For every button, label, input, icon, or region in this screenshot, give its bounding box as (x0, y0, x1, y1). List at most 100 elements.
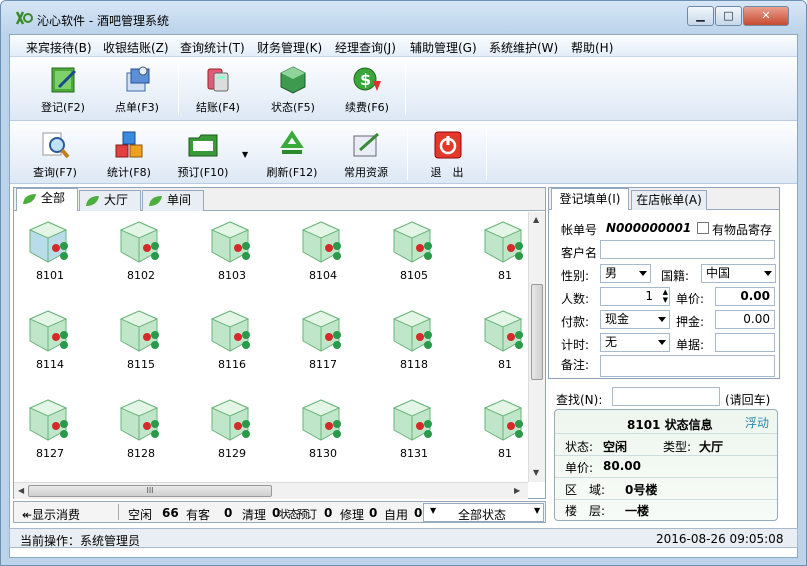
checkout-button[interactable]: 结账(F4) (185, 65, 251, 115)
menu-auxiliary[interactable]: 辅助管理(G) (410, 39, 477, 56)
menu-reception[interactable]: 来宾接待(B) (26, 39, 92, 56)
menu-checkout[interactable]: 收银结账(Z) (103, 39, 169, 56)
scroll-up-icon[interactable]: ▲ (533, 215, 539, 224)
room-tile[interactable]: 8103 (204, 218, 260, 282)
room-tile[interactable]: 8114 (22, 307, 78, 371)
room-tile[interactable]: 8127 (22, 396, 78, 460)
room-tile[interactable]: 8130 (295, 396, 351, 460)
room-tile[interactable]: 8102 (113, 218, 169, 282)
divider (555, 499, 777, 500)
room-price-label: 单价: (565, 461, 594, 475)
scroll-down-icon[interactable]: ▼ (533, 468, 539, 477)
tab-private-label: 单间 (167, 193, 192, 207)
payment-select[interactable]: 现金 (600, 310, 670, 329)
resources-button[interactable]: 常用资源 (333, 130, 399, 180)
reserve-button[interactable]: 预订(F10) (170, 130, 236, 180)
close-button[interactable]: ✕ (743, 6, 789, 26)
divider (555, 433, 777, 434)
room-tile[interactable]: 8104 (295, 218, 351, 282)
tab-hall[interactable]: 大厅 (79, 190, 141, 211)
scroll-right-icon[interactable]: ▶ (514, 486, 520, 495)
room-tile[interactable]: 8101 (22, 218, 78, 282)
register-button[interactable]: 登记(F2) (30, 65, 96, 115)
stepper-arrows-icon[interactable]: ▲ ▼ (663, 288, 668, 304)
search-input[interactable] (612, 387, 720, 406)
room-tile[interactable]: 81 (477, 218, 528, 282)
maximize-button[interactable]: □ (715, 6, 742, 26)
people-value: 1 (645, 289, 653, 303)
order-button[interactable]: 点单(F3) (104, 65, 170, 115)
room-tile[interactable]: 8128 (113, 396, 169, 460)
recycle-refresh-icon (280, 130, 304, 154)
menu-query[interactable]: 查询统计(T) (180, 39, 245, 56)
horizontal-scrollbar[interactable]: ◀ III ▶ (14, 482, 528, 499)
nation-select[interactable]: 中国 (701, 264, 776, 283)
room-info-box: 8101 状态信息 浮动 状态: 空闲 类型: 大厅 单价: 80.00 区 域… (554, 409, 778, 521)
refresh-button[interactable]: 刷新(F12) (259, 130, 325, 180)
tab-inhouse-bills[interactable]: 在店帐单(A) (631, 190, 707, 210)
reserve-dropdown-arrow[interactable]: ▼ (242, 150, 248, 159)
gender-select[interactable]: 男 (600, 264, 651, 283)
customer-name-input[interactable] (600, 240, 775, 259)
customer-label: 客户名 (561, 246, 598, 260)
menu-system[interactable]: 系统维护(W) (489, 39, 558, 56)
svg-text:$: $ (360, 70, 371, 89)
room-tile[interactable]: 8131 (386, 396, 442, 460)
room-floor-value: 一楼 (625, 504, 650, 518)
menu-manager[interactable]: 经理查询(J) (335, 39, 396, 56)
room-tile[interactable]: 8129 (204, 396, 260, 460)
room-cube-icon (301, 310, 341, 352)
vertical-scroll-thumb[interactable] (531, 284, 543, 380)
show-consumption-toggle[interactable]: ↞显示消费 (22, 506, 80, 523)
status-button[interactable]: 状态(F5) (260, 65, 326, 115)
timing-select[interactable]: 无 (600, 333, 670, 352)
reserved-count: 0 (324, 506, 333, 520)
tab-private[interactable]: 单间 (142, 190, 204, 211)
status-datetime: 2016-08-26 09:05:08 (656, 532, 784, 546)
room-info-title: 8101 状态信息 (627, 418, 713, 432)
deposit-items-checkbox[interactable] (697, 222, 709, 234)
tab-all[interactable]: 全部 (16, 188, 78, 211)
float-toggle[interactable]: 浮动 (745, 414, 769, 431)
menu-help[interactable]: 帮助(H) (571, 39, 613, 56)
exit-button[interactable]: 退 出 (414, 130, 480, 180)
note-input[interactable] (600, 355, 775, 377)
room-floor-label: 楼 层: (565, 504, 606, 518)
room-tile[interactable]: 8117 (295, 307, 351, 371)
room-number: 8101 (36, 269, 64, 282)
toolbar-separator (486, 128, 487, 180)
room-type-value: 大厅 (699, 440, 724, 454)
room-cube-icon (301, 221, 341, 263)
waybill-input[interactable] (715, 333, 775, 352)
scroll-left-icon[interactable]: ◀ (18, 486, 24, 495)
room-number: 8128 (127, 447, 155, 460)
room-number: 8131 (400, 447, 428, 460)
room-tile[interactable]: 8116 (204, 307, 260, 371)
deposit-input[interactable]: 0.00 (715, 310, 775, 329)
query-button[interactable]: 查询(F7) (22, 130, 88, 180)
resources-icon (353, 132, 379, 157)
room-area-label: 区 域: (565, 483, 606, 497)
price-input[interactable]: 0.00 (715, 287, 775, 306)
room-tile[interactable]: 8118 (386, 307, 442, 371)
renew-button[interactable]: $ 续费(F6) (334, 65, 400, 115)
menu-finance[interactable]: 财务管理(K) (257, 39, 322, 56)
room-tile[interactable]: 81 (477, 307, 528, 371)
room-cube-icon (119, 310, 159, 352)
window-title: 沁心软件 - 酒吧管理系统 (37, 14, 169, 28)
leaf-icon (86, 196, 99, 206)
room-cube-icon (28, 221, 68, 263)
horizontal-scroll-thumb[interactable]: III (28, 485, 272, 497)
tab-all-label: 全部 (41, 191, 66, 205)
vertical-scrollbar[interactable]: ▲ ▼ (528, 212, 545, 482)
search-label: 查找(N): (556, 393, 603, 407)
tab-register-form[interactable]: 登记填单(I) (551, 188, 629, 210)
room-tile[interactable]: 8105 (386, 218, 442, 282)
room-tile[interactable]: 81 (477, 396, 528, 460)
status-filter-select[interactable]: ▼ 全部状态 ▼ (423, 503, 544, 522)
minimize-button[interactable]: ▁ (687, 6, 714, 26)
people-stepper[interactable]: 1 ▲ ▼ (600, 287, 670, 306)
room-tile[interactable]: 8115 (113, 307, 169, 371)
statistics-button[interactable]: 统计(F8) (96, 130, 162, 180)
register-label: 登记(F2) (41, 101, 85, 114)
